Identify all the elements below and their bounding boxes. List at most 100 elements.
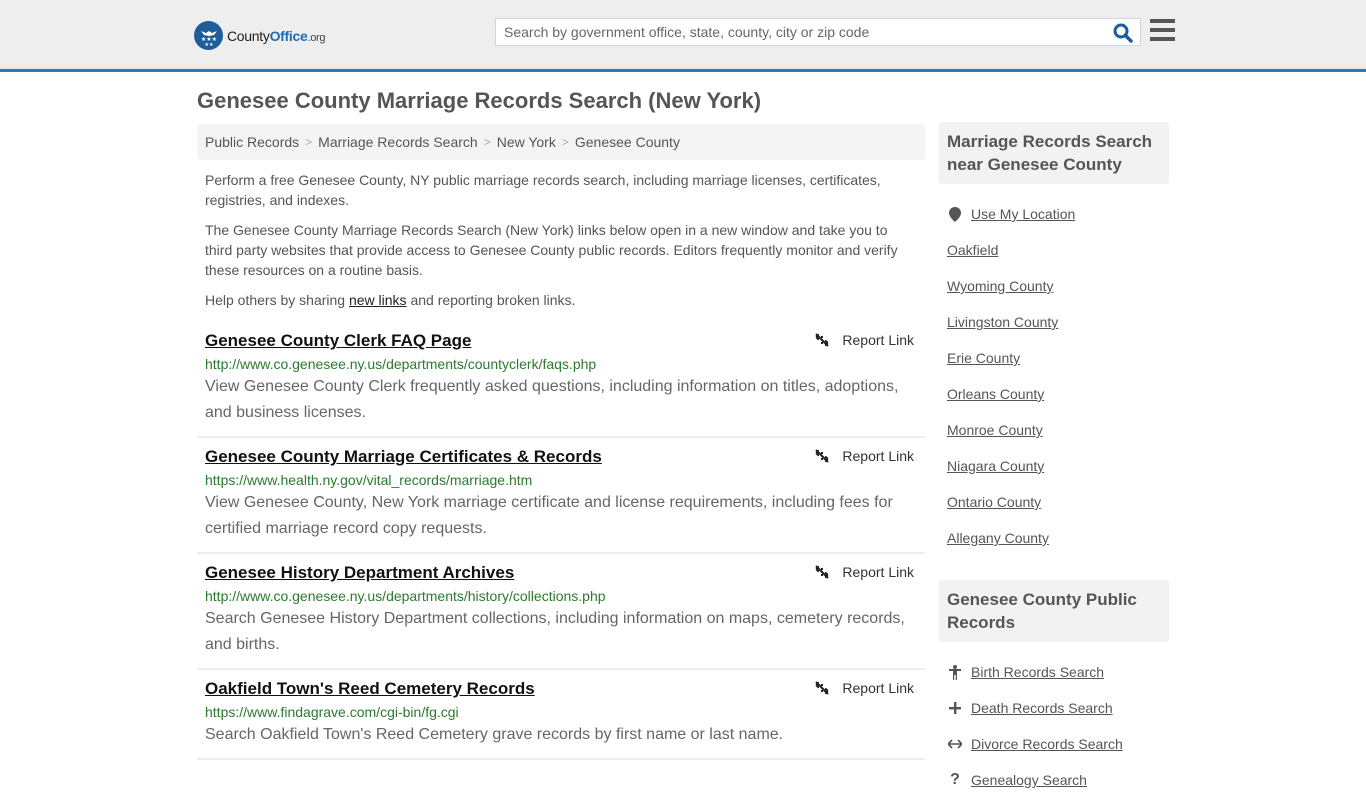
- breadcrumb-separator: >: [305, 135, 313, 149]
- breadcrumb-public-records[interactable]: Public Records: [205, 134, 299, 150]
- result-url: http://www.co.genesee.ny.us/departments/…: [205, 356, 597, 372]
- nearby-heading: Marriage Records Search near Genesee Cou…: [939, 122, 1169, 184]
- nearby-link-livingston-county[interactable]: Livingston County: [947, 314, 1058, 330]
- report-link-label: Report Link: [842, 680, 914, 696]
- hamburger-menu-icon: [1150, 19, 1175, 23]
- nearby-link-oakfield[interactable]: Oakfield: [947, 242, 998, 258]
- divorce-records-search-link[interactable]: Divorce Records Search: [971, 736, 1123, 752]
- map-marker-icon: [947, 206, 963, 222]
- left-right-arrow-icon: [947, 739, 963, 749]
- hamburger-line: [1150, 37, 1175, 41]
- nearby-link-monroe-county[interactable]: Monroe County: [947, 422, 1043, 438]
- report-link-label: Report Link: [842, 448, 914, 464]
- result-title-link[interactable]: Genesee History Department Archives: [205, 562, 514, 584]
- hamburger-line: [1150, 28, 1175, 32]
- search-button[interactable]: [1112, 22, 1134, 44]
- report-link-button[interactable]: Report Link: [814, 448, 914, 464]
- intro-text: Perform a free Genesee County, NY public…: [205, 170, 917, 320]
- logo-wordmark: CountyOffice.org: [227, 27, 326, 44]
- broken-link-icon: [815, 333, 830, 347]
- result-title-link[interactable]: Genesee County Marriage Certificates & R…: [205, 446, 602, 468]
- birth-records-search-link[interactable]: Birth Records Search: [971, 664, 1104, 680]
- result-item: Genesee County Marriage Certificates & R…: [197, 438, 925, 554]
- nearby-item: Allegany County: [947, 520, 1161, 556]
- nearby-item: Monroe County: [947, 412, 1161, 448]
- child-icon: [947, 664, 963, 680]
- breadcrumb-new-york[interactable]: New York: [497, 134, 556, 150]
- site-header: ★★★ ★★ CountyOffice.org: [0, 0, 1366, 72]
- broken-link-icon: [815, 681, 830, 695]
- nearby-item: Erie County: [947, 340, 1161, 376]
- breadcrumb-separator: >: [483, 135, 491, 149]
- use-my-location-item: Use My Location: [947, 196, 1161, 232]
- public-records-heading: Genesee County Public Records: [939, 580, 1169, 642]
- nearby-link-allegany-county[interactable]: Allegany County: [947, 530, 1049, 546]
- nearby-item: Orleans County: [947, 376, 1161, 412]
- nearby-item: Livingston County: [947, 304, 1161, 340]
- cross-icon: [947, 702, 963, 714]
- result-url: https://www.health.ny.gov/vital_records/…: [205, 472, 533, 488]
- result-description: Search Genesee History Department collec…: [205, 610, 905, 653]
- report-link-button[interactable]: Report Link: [814, 332, 914, 348]
- logo-word-office: Office: [269, 27, 308, 44]
- result-description: Search Oakfield Town's Reed Cemetery gra…: [205, 726, 784, 743]
- intro-paragraph-2: The Genesee County Marriage Records Sear…: [205, 222, 898, 278]
- result-item: Oakfield Town's Reed Cemetery Records Re…: [197, 670, 925, 760]
- intro-paragraph-3: Help others by sharing new links and rep…: [205, 290, 917, 310]
- broken-link-icon: [815, 565, 830, 579]
- intro-text-segment: Help others by sharing: [205, 292, 349, 308]
- hamburger-menu-button[interactable]: [1150, 19, 1175, 41]
- report-link-button[interactable]: Report Link: [814, 564, 914, 580]
- report-link-label: Report Link: [842, 332, 914, 348]
- intro-paragraph-1: Perform a free Genesee County, NY public…: [205, 172, 881, 208]
- public-records-section: Genesee County Public Records Birth Reco…: [939, 580, 1169, 806]
- breadcrumb-separator: >: [561, 135, 569, 149]
- result-description: View Genesee County Clerk frequently ask…: [205, 378, 899, 421]
- result-item: Genesee County Clerk FAQ Page Report Lin…: [197, 322, 925, 438]
- nearby-link-niagara-county[interactable]: Niagara County: [947, 458, 1044, 474]
- logo-tld: .org: [307, 31, 326, 44]
- nearby-item: Oakfield: [947, 232, 1161, 268]
- public-record-item: Divorce Records Search: [947, 726, 1161, 762]
- svg-text:★★: ★★: [204, 42, 213, 47]
- breadcrumb-genesee-county[interactable]: Genesee County: [575, 134, 680, 150]
- logo-word-county: County: [227, 27, 270, 44]
- public-record-item: ? Genealogy Search: [947, 762, 1161, 798]
- nearby-item: Wyoming County: [947, 268, 1161, 304]
- broken-link-icon: [815, 449, 830, 463]
- question-icon: ?: [950, 771, 960, 788]
- intro-text-segment: and reporting broken links.: [406, 292, 576, 308]
- use-my-location-link[interactable]: Use My Location: [971, 206, 1075, 222]
- search-bar: [495, 18, 1141, 46]
- result-title-link[interactable]: Genesee County Clerk FAQ Page: [205, 330, 471, 352]
- nearby-link-orleans-county[interactable]: Orleans County: [947, 386, 1044, 402]
- search-input[interactable]: [496, 19, 1106, 45]
- result-description: View Genesee County, New York marriage c…: [205, 494, 893, 537]
- sidebar: Marriage Records Search near Genesee Cou…: [939, 122, 1169, 806]
- public-records-list: Birth Records Search Death Records Searc…: [939, 642, 1169, 806]
- page-title: Genesee County Marriage Records Search (…: [197, 88, 762, 113]
- result-title-link[interactable]: Oakfield Town's Reed Cemetery Records: [205, 678, 535, 700]
- public-record-item: Death Records Search: [947, 690, 1161, 726]
- nearby-list: Use My Location Oakfield Wyoming County …: [939, 184, 1169, 564]
- result-item: Genesee History Department Archives Repo…: [197, 554, 925, 670]
- nearby-link-erie-county[interactable]: Erie County: [947, 350, 1020, 366]
- result-url: http://www.co.genesee.ny.us/departments/…: [205, 588, 606, 604]
- results-list: Genesee County Clerk FAQ Page Report Lin…: [197, 322, 925, 760]
- search-icon: [1113, 23, 1133, 43]
- new-links-link[interactable]: new links: [349, 292, 407, 308]
- nearby-link-wyoming-county[interactable]: Wyoming County: [947, 278, 1053, 294]
- eagle-logo-icon: ★★★ ★★: [194, 21, 223, 50]
- report-link-button[interactable]: Report Link: [814, 680, 914, 696]
- nearby-item: Niagara County: [947, 448, 1161, 484]
- result-url: https://www.findagrave.com/cgi-bin/fg.cg…: [205, 704, 459, 720]
- breadcrumb-marriage-records-search[interactable]: Marriage Records Search: [318, 134, 478, 150]
- genealogy-search-link[interactable]: Genealogy Search: [971, 772, 1087, 788]
- site-logo[interactable]: ★★★ ★★ CountyOffice.org: [194, 21, 326, 50]
- nearby-item: Ontario County: [947, 484, 1161, 520]
- death-records-search-link[interactable]: Death Records Search: [971, 700, 1113, 716]
- public-record-item: Birth Records Search: [947, 654, 1161, 690]
- nearby-link-ontario-county[interactable]: Ontario County: [947, 494, 1041, 510]
- report-link-label: Report Link: [842, 564, 914, 580]
- breadcrumb: Public Records > Marriage Records Search…: [197, 124, 925, 160]
